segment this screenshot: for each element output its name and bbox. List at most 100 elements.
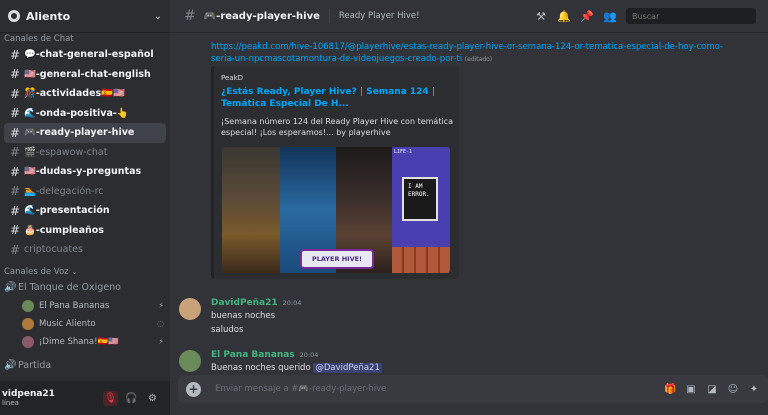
voice-channel-partida[interactable]: 🔊 Partida [0,355,55,375]
game-frame: I AM ERROR. [402,177,438,221]
channel-item[interactable]: # 🎂-cumpleaños [4,221,166,241]
message-author[interactable]: DavidPeña21 20:04 [211,298,301,308]
message-link[interactable]: https://peakd.com/hive-106817/@playerhiv… [211,41,741,66]
channel-topbar: # 🎮-ready-player-hive Ready Player Hive!… [170,0,768,33]
channel-item[interactable]: # 🏊-delegación-rc [4,182,166,202]
gif-icon[interactable]: ▣ [685,384,697,395]
image-panel [222,147,280,273]
voice-user-name: ¡Dime Shana!🇪🇸🇺🇸 [39,336,119,347]
message-composer[interactable]: + Enviar mensaje a #🎮-ready-player-hive … [178,375,768,403]
message-text: Buenas noches querido @DavidPeña21 [211,363,382,373]
voice-user-name: Music Aliento [39,318,96,329]
avatar [22,335,34,348]
embed-title[interactable]: ¿Estás Ready, Player Hive? | Semana 124 … [221,86,451,110]
apps-icon[interactable]: ✦ [748,384,760,395]
link-embed: PeakD ¿Estás Ready, Player Hive? | Seman… [211,66,459,279]
message-input[interactable]: Enviar mensaje a #🎮-ready-player-hive [215,384,664,394]
message-timestamp: 20:04 [282,299,302,307]
server-icon [8,10,20,22]
user-info[interactable]: vidpena21 línea [0,389,55,407]
brick-wall [392,247,450,273]
channel-label: 🎮-ready-player-hive [24,127,135,139]
channel-item[interactable]: # criptocuates [4,240,166,260]
hash-icon: # [10,125,21,140]
hash-icon: # [10,47,21,62]
channel-label: 🇺🇸-dudas-y-preguntas [24,166,142,178]
threads-icon[interactable]: ⚒ [534,10,548,23]
message-author[interactable]: El Pana Bananas 20:04 [211,350,318,360]
channel-label: 🏊-delegación-rc [24,185,104,197]
channel-item[interactable]: # 🇺🇸-dudas-y-preguntas [4,162,166,182]
muted-status-icon: ◌ [157,319,164,328]
game-hud: LIFE-1 [394,149,413,155]
bell-icon[interactable]: 🔔 [557,10,571,23]
channel-label: criptocuates [24,244,83,256]
message-text: buenas noches [211,311,276,321]
pin-icon[interactable]: 📌 [580,10,594,23]
avatar [22,317,34,330]
hash-icon: # [10,223,21,238]
voice-user[interactable]: Music Aliento ◌ [0,315,170,333]
hash-icon: # [10,164,21,179]
message-timestamp: 20:04 [299,351,319,359]
channel-item[interactable]: # 🎬-espawow-chat [4,143,166,163]
voice-channel[interactable]: 🔊 El Tanque de Oxigeno [0,278,170,297]
edited-label: (editado) [464,56,493,63]
embed-description: ¡Semana número 124 del Ready Player Hive… [221,117,453,137]
hash-icon: # [184,8,196,24]
sticker-icon[interactable]: ◪ [706,384,718,395]
gift-icon[interactable]: 🎁 [664,384,676,395]
muted-status-icon: ⚡ [158,301,164,310]
embed-image[interactable]: LIFE-1 I AM ERROR. PLAYER HIVE! [222,147,450,273]
channel-item[interactable]: # 🇺🇸-general-chat-english [4,65,166,85]
search-input[interactable] [626,8,756,24]
channel-item[interactable]: # 💬-chat-general-español [4,45,166,65]
voice-user[interactable]: ¡Dime Shana!🇪🇸🇺🇸 ⚡ [0,333,170,351]
topbar-icons: ⚒ 🔔 📌 👥 [534,8,756,24]
user-status: línea [2,399,19,407]
voice-user-list: El Pana Bananas ⚡ Music Aliento ◌ ¡Dime Shan… [0,297,170,351]
user-panel: vidpena21 línea 🎙 🎧 ⚙ [0,381,170,415]
avatar [22,299,34,312]
embed-provider[interactable]: PeakD [221,74,243,82]
hash-icon: # [10,106,21,121]
channel-item[interactable]: # 🌊-onda-positiva-👆 [4,104,166,124]
category-voice[interactable]: Canales de Voz ⌄ [0,266,170,278]
voice-user-name: El Pana Bananas [39,300,110,311]
headphones-icon[interactable]: 🎧 [124,391,139,406]
channel-item[interactable]: # 🎊-actividades🇪🇸🇺🇸 [4,84,166,104]
channel-sidebar: Aliento ⌄ Canales de Chat # 💬-chat-genera… [0,0,170,415]
hash-icon: # [10,145,21,160]
mic-muted-icon[interactable]: 🎙 [103,390,118,406]
muted-status-icon: ⚡ [158,337,164,346]
channel-topic[interactable]: Ready Player Hive! [339,11,420,21]
avatar[interactable] [179,298,201,320]
divider [328,9,330,23]
composer-icons: 🎁 ▣ ◪ ☺ ✦ [664,384,760,395]
image-panel: LIFE-1 I AM ERROR. [392,147,450,273]
hash-icon: # [10,242,21,257]
channel-list: # 💬-chat-general-español # 🇺🇸-general-chat-… [0,45,170,260]
server-header[interactable]: Aliento ⌄ [0,0,170,33]
members-icon[interactable]: 👥 [603,10,617,23]
channel-item[interactable]: # 🌊-presentación [4,201,166,221]
player-hive-logo: PLAYER HIVE! [300,249,374,269]
message-list: https://peakd.com/hive-106817/@playerhiv… [170,33,768,373]
channel-label: 🇺🇸-general-chat-english [24,68,151,80]
gear-icon[interactable]: ⚙ [145,391,160,406]
chevron-down-icon[interactable]: ⌄ [154,11,162,22]
hash-icon: # [10,203,21,218]
chat-main: # 🎮-ready-player-hive Ready Player Hive!… [170,0,768,415]
voice-user[interactable]: El Pana Bananas ⚡ [0,297,170,315]
emoji-icon[interactable]: ☺ [727,384,739,395]
message-text: saludos [211,325,244,335]
user-mention[interactable]: @DavidPeña21 [313,363,382,373]
speaker-icon: 🔊 [4,359,17,371]
channel-title: 🎮-ready-player-hive [203,10,320,22]
server-name: Aliento [26,9,71,23]
plus-icon[interactable]: + [186,381,201,397]
channel-item[interactable]: # 🎮-ready-player-hive [4,123,166,143]
avatar[interactable] [179,350,201,372]
category-chat[interactable]: Canales de Chat [0,33,170,45]
speaker-icon: 🔊 [4,281,17,293]
